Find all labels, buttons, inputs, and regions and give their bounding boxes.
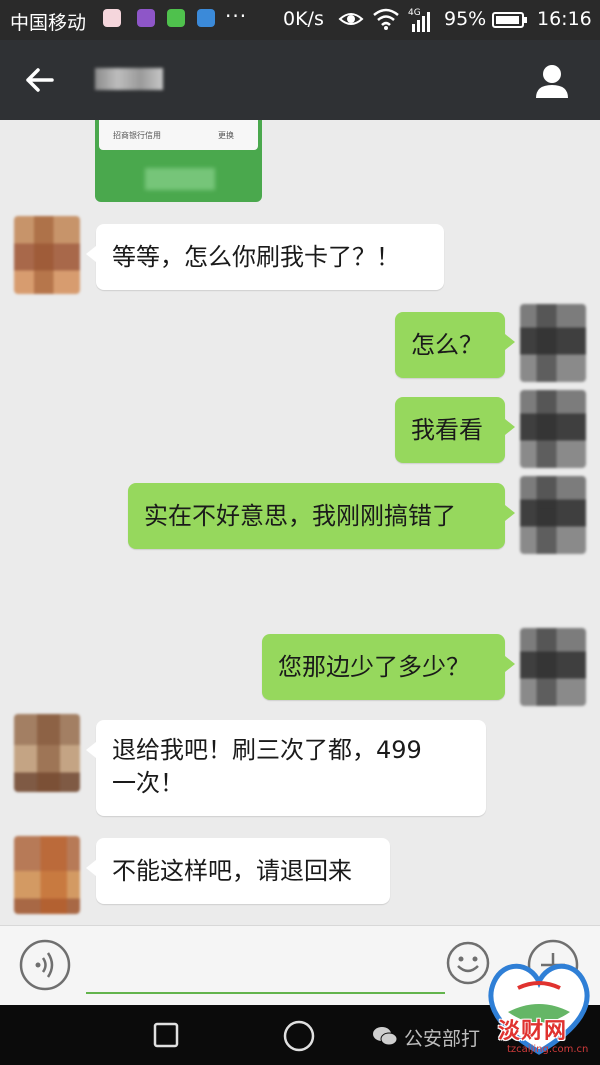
message-text-line: 退给我吧！刷三次了都，499	[112, 736, 422, 764]
mail-icon	[137, 9, 155, 27]
voice-icon[interactable]	[18, 938, 72, 992]
site-logo-url: tzcaijing.com.cn	[507, 1044, 589, 1055]
message-text: 怎么？	[411, 331, 483, 359]
person-icon[interactable]	[530, 60, 574, 104]
avatar[interactable]	[14, 216, 80, 294]
message-bubble[interactable]: 不能这样吧，请退回来	[86, 838, 390, 904]
signal-icon: 4G	[408, 8, 430, 32]
message-bubble[interactable]: 您那边少了多少？	[262, 634, 515, 700]
recent-apps-icon[interactable]	[152, 1021, 180, 1049]
message-text: 等等，怎么你刷我卡了？！	[112, 243, 400, 271]
message-text: 实在不好意思，我刚刚搞错了	[144, 502, 456, 530]
avatar[interactable]	[520, 476, 586, 554]
message-text: 我看看	[411, 416, 483, 444]
avatar[interactable]	[520, 390, 586, 468]
eye-icon	[338, 13, 364, 25]
calendar-icon	[103, 9, 121, 27]
carrier-name: 中国移动	[10, 12, 87, 34]
card-header: 招商银行信用 更换	[99, 120, 258, 150]
status-bar: 中国移动 ··· 0K/s 4G 95% 16:16	[0, 0, 600, 40]
payment-card[interactable]: 招商银行信用 更换	[95, 120, 262, 202]
avatar[interactable]	[14, 714, 80, 792]
wechat-icon	[167, 9, 185, 27]
back-arrow-icon[interactable]	[18, 58, 62, 102]
watermark-text: 公安部打	[404, 1028, 481, 1050]
network-speed: 0K/s	[283, 8, 324, 30]
message-text: 您那边少了多少？	[278, 653, 470, 681]
clock: 16:16	[537, 8, 592, 30]
message-bubble[interactable]: 实在不好意思，我刚刚搞错了	[128, 483, 515, 549]
title-bar: blurred	[0, 40, 600, 120]
avatar[interactable]	[14, 836, 80, 914]
avatar[interactable]	[520, 628, 586, 706]
card-bank-name: 招商银行信用	[113, 131, 161, 140]
card-change-label: 更换	[218, 131, 234, 140]
contact-name: blurred	[95, 68, 163, 90]
battery-icon	[492, 12, 527, 28]
battery-percent: 95%	[444, 8, 487, 30]
card-blurred-text	[145, 168, 215, 190]
wechat-logo-icon	[373, 1027, 398, 1046]
signal-label: 4G	[408, 8, 421, 18]
avatar[interactable]	[520, 304, 586, 382]
message-bubble[interactable]: 退给我吧！刷三次了都，499 一次！	[86, 720, 486, 816]
message-bubble[interactable]: 怎么？	[395, 312, 515, 378]
message-bubble[interactable]: 我看看	[395, 397, 515, 463]
message-text-line: 一次！	[112, 769, 184, 797]
app-icon	[197, 9, 215, 27]
more-notifications-icon: ···	[225, 4, 248, 28]
wifi-icon	[373, 8, 399, 30]
battery-tip	[524, 17, 527, 23]
message-text: 不能这样吧，请退回来	[112, 857, 352, 885]
message-input[interactable]	[86, 944, 445, 994]
home-icon[interactable]	[282, 1019, 316, 1053]
battery-fill	[496, 16, 519, 24]
message-bubble[interactable]: 等等，怎么你刷我卡了？！	[86, 224, 444, 290]
site-logo-text: 淡财网	[498, 1018, 568, 1044]
chat-area[interactable]: 招商银行信用 更换 等等，怎么你刷我卡了？！ 怎么？ 我看看 实在不好意思，我刚…	[0, 120, 600, 925]
